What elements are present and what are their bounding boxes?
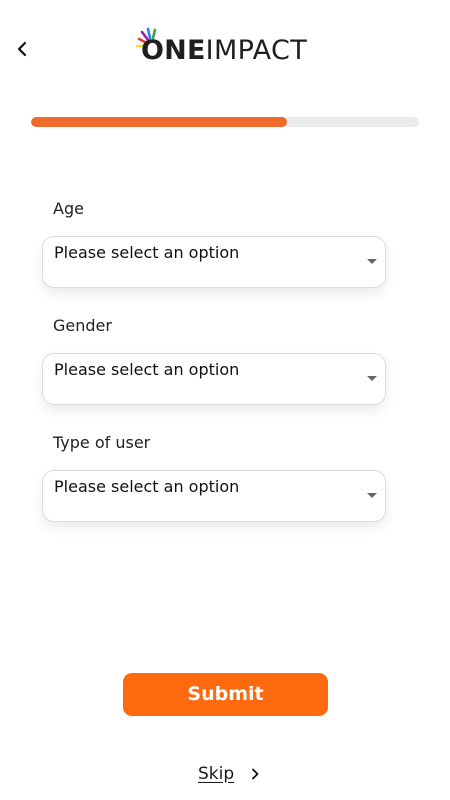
chevron-left-icon bbox=[17, 41, 27, 57]
skip-label: Skip bbox=[198, 764, 235, 784]
user-type-label: Type of user bbox=[53, 433, 151, 452]
progress-bar bbox=[31, 117, 419, 127]
caret-down-icon bbox=[367, 259, 377, 264]
caret-down-icon bbox=[367, 493, 377, 498]
oneimpact-logo: ONEIMPACT bbox=[135, 26, 320, 70]
caret-down-icon bbox=[367, 376, 377, 381]
logo-one: ONE bbox=[141, 35, 206, 66]
survey-screen: ONEIMPACT Age Please select an option Ge… bbox=[0, 0, 450, 800]
back-button[interactable] bbox=[10, 36, 34, 62]
user-type-select-value: Please select an option bbox=[54, 477, 240, 496]
user-type-select[interactable]: Please select an option bbox=[42, 470, 386, 522]
submit-button[interactable]: Submit bbox=[123, 673, 328, 716]
progress-fill bbox=[31, 117, 288, 127]
chevron-right-icon bbox=[251, 768, 259, 780]
gender-select[interactable]: Please select an option bbox=[42, 353, 386, 405]
logo-impact: IMPACT bbox=[205, 35, 308, 66]
age-select[interactable]: Please select an option bbox=[42, 236, 386, 288]
gender-label: Gender bbox=[53, 316, 112, 335]
age-select-value: Please select an option bbox=[54, 243, 240, 262]
logo-wordmark: ONEIMPACT bbox=[141, 26, 307, 76]
skip-link[interactable]: Skip bbox=[198, 763, 259, 785]
age-label: Age bbox=[53, 199, 84, 218]
gender-select-value: Please select an option bbox=[54, 360, 240, 379]
